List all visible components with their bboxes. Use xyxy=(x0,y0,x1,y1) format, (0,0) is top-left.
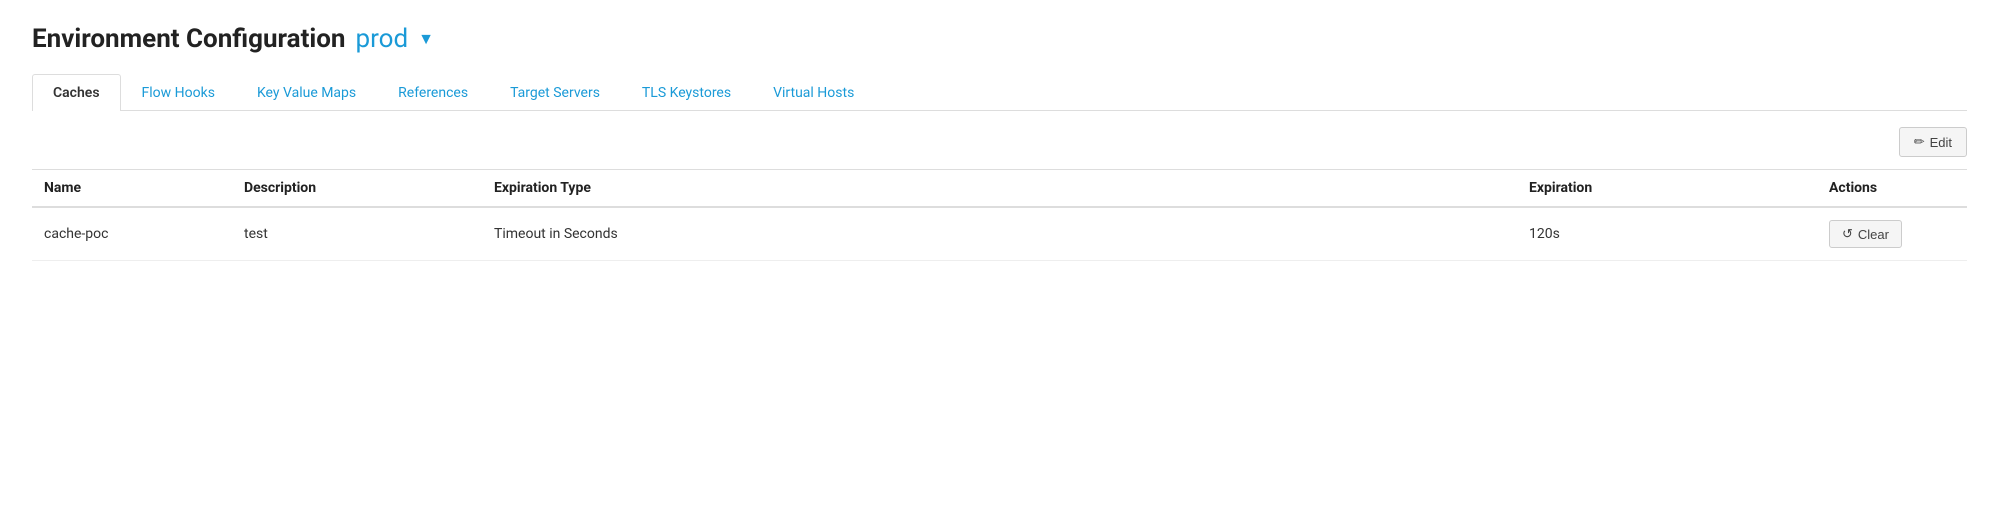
column-header-expiration: Expiration xyxy=(1517,170,1817,208)
cell-description: test xyxy=(232,207,482,261)
column-header-name: Name xyxy=(32,170,232,208)
page-title: Environment Configuration xyxy=(32,24,346,54)
table-row: cache-poctestTimeout in Seconds120s ↺ Clea… xyxy=(32,207,1967,261)
env-name[interactable]: prod xyxy=(356,24,409,54)
tab-key-value-maps[interactable]: Key Value Maps xyxy=(236,74,377,111)
toolbar: ✏ Edit xyxy=(32,127,1967,157)
tab-tls-keystores[interactable]: TLS Keystores xyxy=(621,74,752,111)
table-header-row: NameDescriptionExpiration TypeExpiration… xyxy=(32,170,1967,208)
clear-button[interactable]: ↺ Clear xyxy=(1829,220,1902,248)
pencil-icon: ✏ xyxy=(1914,134,1925,150)
refresh-icon: ↺ xyxy=(1842,226,1853,242)
cell-expiration: 120s xyxy=(1517,207,1817,261)
edit-button[interactable]: ✏ Edit xyxy=(1899,127,1967,157)
tab-virtual-hosts[interactable]: Virtual Hosts xyxy=(752,74,875,111)
cell-actions: ↺ Clear xyxy=(1817,207,1967,261)
tab-caches[interactable]: Caches xyxy=(32,74,121,111)
tab-flow-hooks[interactable]: Flow Hooks xyxy=(121,74,236,111)
table-body: cache-poctestTimeout in Seconds120s ↺ Clea… xyxy=(32,207,1967,261)
clear-label: Clear xyxy=(1858,227,1889,242)
page-container: Environment Configuration prod ▼ CachesF… xyxy=(0,0,1999,301)
edit-label: Edit xyxy=(1930,135,1952,150)
content-area: ✏ Edit NameDescriptionExpiration TypeExp… xyxy=(32,111,1967,277)
page-header: Environment Configuration prod ▼ xyxy=(32,24,1967,54)
caches-table: NameDescriptionExpiration TypeExpiration… xyxy=(32,169,1967,261)
tabs-container: CachesFlow HooksKey Value MapsReferences… xyxy=(32,74,1967,111)
tab-references[interactable]: References xyxy=(377,74,489,111)
column-header-description: Description xyxy=(232,170,482,208)
cell-name: cache-poc xyxy=(32,207,232,261)
chevron-down-icon[interactable]: ▼ xyxy=(418,29,434,49)
tab-target-servers[interactable]: Target Servers xyxy=(489,74,621,111)
column-header-actions: Actions xyxy=(1817,170,1967,208)
cell-expiration_type: Timeout in Seconds xyxy=(482,207,1517,261)
column-header-expiration_type: Expiration Type xyxy=(482,170,1517,208)
